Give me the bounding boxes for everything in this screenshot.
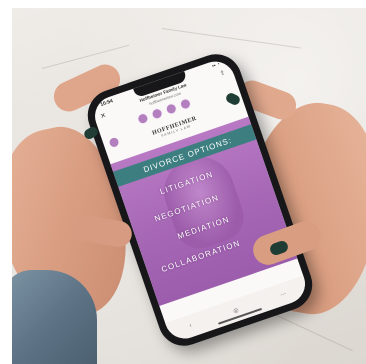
- menu-dots-icon[interactable]: ⋯: [279, 290, 287, 299]
- social-icon[interactable]: [150, 106, 165, 121]
- back-icon[interactable]: ‹: [189, 323, 193, 329]
- menu-icon[interactable]: [108, 136, 120, 149]
- social-icon[interactable]: [164, 101, 179, 116]
- social-icon[interactable]: [135, 111, 150, 126]
- status-icons: ▪▪ ◔: [211, 61, 221, 70]
- marble-vein: [41, 44, 130, 69]
- photo: 10:54 ▪▪ ◔ ✕ Hoffheimer Family Law hoffh…: [12, 8, 366, 364]
- marble-vein: [161, 28, 301, 49]
- compass-icon[interactable]: ◎: [232, 306, 240, 314]
- social-icon[interactable]: [178, 97, 193, 111]
